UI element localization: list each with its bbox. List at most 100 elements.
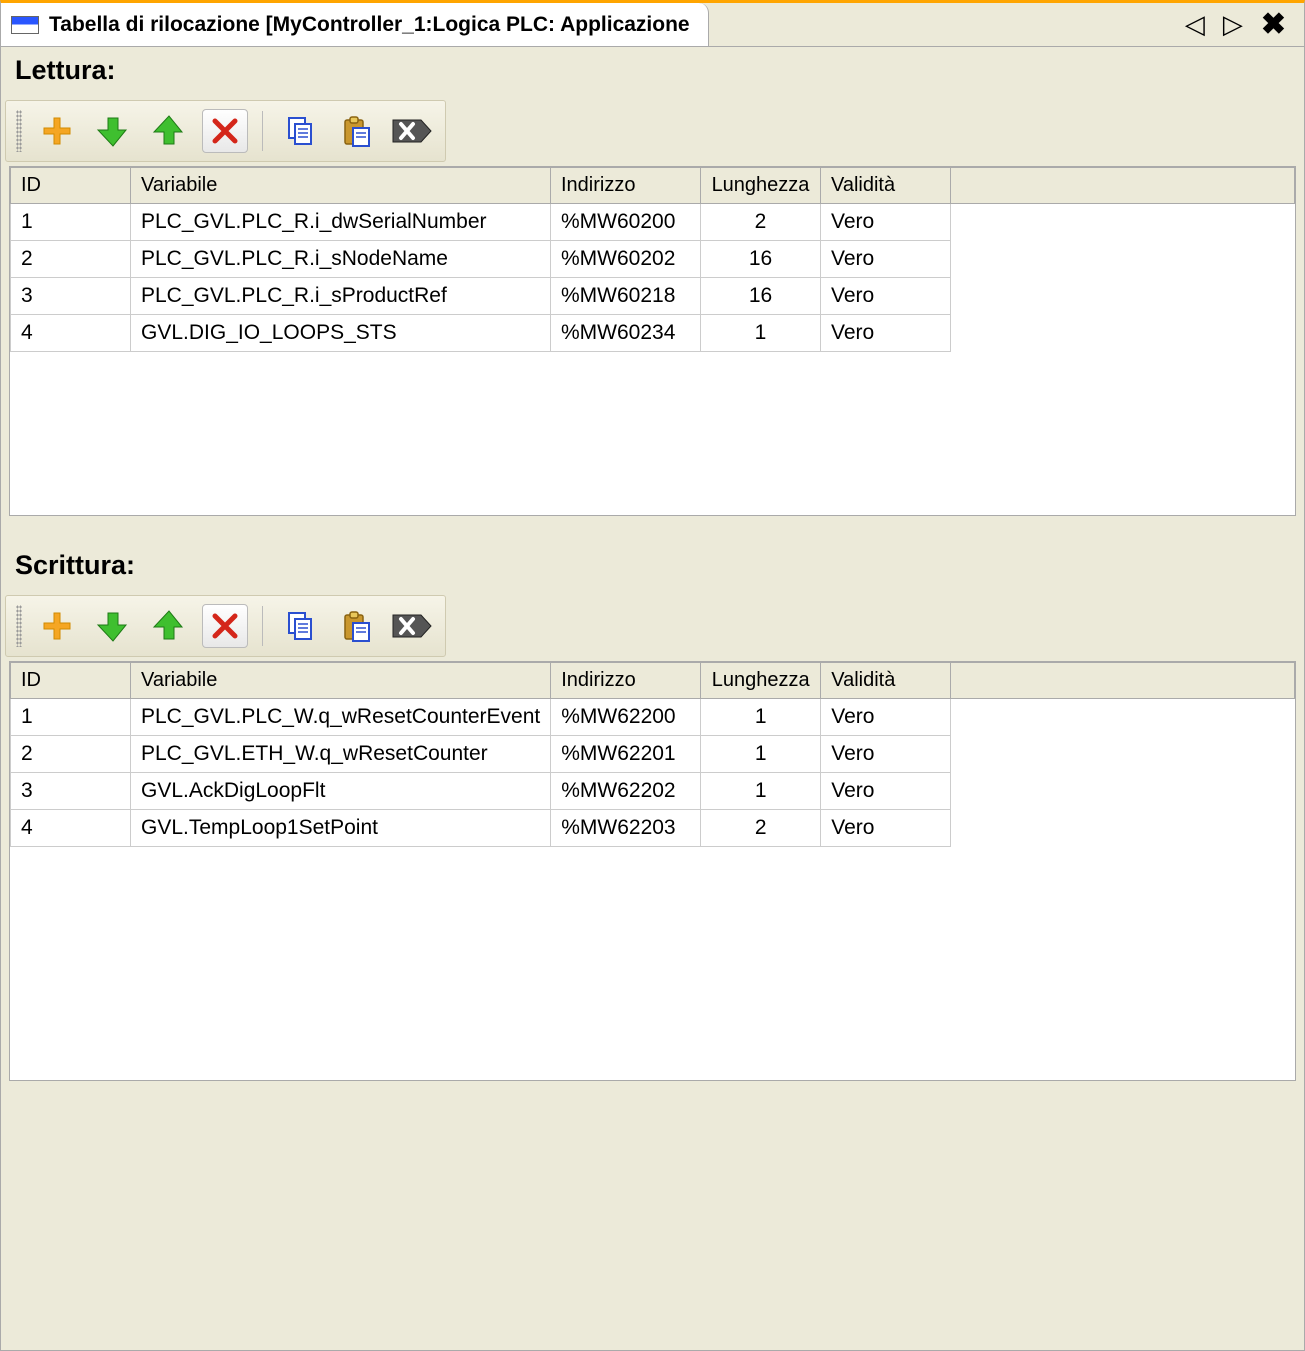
cell-variable[interactable]: GVL.TempLoop1SetPoint (131, 810, 551, 847)
move-up-button[interactable] (146, 604, 192, 648)
next-tab-icon[interactable]: ▷ (1223, 9, 1243, 40)
cell-address[interactable]: %MW60218 (551, 278, 701, 315)
col-validity[interactable]: Validità (821, 168, 951, 204)
cell-address[interactable]: %MW62200 (551, 699, 701, 736)
move-down-button[interactable] (90, 604, 136, 648)
col-address[interactable]: Indirizzo (551, 168, 701, 204)
cell-id[interactable]: 3 (11, 278, 131, 315)
cell-address[interactable]: %MW62202 (551, 773, 701, 810)
add-button[interactable] (34, 604, 80, 648)
cell-validity[interactable]: Vero (821, 810, 951, 847)
cell-id[interactable]: 4 (11, 810, 131, 847)
copy-icon (283, 114, 317, 148)
paste-button[interactable] (333, 109, 379, 153)
read-section-title: Lettura: (1, 47, 1304, 100)
col-variable[interactable]: Variabile (131, 168, 551, 204)
col-id[interactable]: ID (11, 168, 131, 204)
cell-id[interactable]: 1 (11, 204, 131, 241)
cell-address[interactable]: %MW62201 (551, 736, 701, 773)
cell-variable[interactable]: PLC_GVL.PLC_R.i_sNodeName (131, 241, 551, 278)
copy-button[interactable] (277, 109, 323, 153)
cell-validity[interactable]: Vero (821, 736, 951, 773)
cell-address[interactable]: %MW60202 (551, 241, 701, 278)
col-variable[interactable]: Variabile (131, 663, 551, 699)
add-button[interactable] (34, 109, 80, 153)
arrow-down-icon (96, 114, 130, 148)
cell-length[interactable]: 1 (701, 773, 821, 810)
relocation-table-window: Tabella di rilocazione [MyController_1:L… (0, 0, 1305, 1351)
cell-id[interactable]: 3 (11, 773, 131, 810)
move-down-button[interactable] (90, 109, 136, 153)
cell-length[interactable]: 1 (701, 315, 821, 352)
cell-length[interactable]: 2 (701, 204, 821, 241)
cell-variable[interactable]: PLC_GVL.PLC_W.q_wResetCounterEvent (131, 699, 551, 736)
prev-tab-icon[interactable]: ◁ (1185, 9, 1205, 40)
clear-button[interactable] (389, 604, 435, 648)
write-toolbar (5, 595, 446, 657)
table-row[interactable]: 3PLC_GVL.PLC_R.i_sProductRef%MW6021816Ve… (11, 278, 1295, 315)
plus-icon (40, 609, 74, 643)
cell-validity[interactable]: Vero (821, 773, 951, 810)
paste-icon (339, 609, 373, 643)
delete-x-icon (210, 611, 240, 641)
cell-address[interactable]: %MW60200 (551, 204, 701, 241)
plus-icon (40, 114, 74, 148)
table-header-row: ID Variabile Indirizzo Lunghezza Validit… (11, 663, 1295, 699)
cell-variable[interactable]: PLC_GVL.PLC_R.i_dwSerialNumber (131, 204, 551, 241)
cell-validity[interactable]: Vero (821, 278, 951, 315)
clear-button[interactable] (389, 109, 435, 153)
close-icon[interactable]: ✖ (1261, 7, 1286, 42)
write-table-container: ID Variabile Indirizzo Lunghezza Validit… (9, 661, 1296, 1081)
cell-validity[interactable]: Vero (821, 315, 951, 352)
write-section-title: Scrittura: (1, 542, 1304, 595)
table-row[interactable]: 4GVL.TempLoop1SetPoint%MW622032Vero (11, 810, 1295, 847)
write-table[interactable]: ID Variabile Indirizzo Lunghezza Validit… (10, 662, 1295, 847)
delete-button[interactable] (202, 604, 248, 648)
table-row[interactable]: 1PLC_GVL.PLC_R.i_dwSerialNumber%MW602002… (11, 204, 1295, 241)
cell-variable[interactable]: PLC_GVL.ETH_W.q_wResetCounter (131, 736, 551, 773)
read-toolbar (5, 100, 446, 162)
cell-id[interactable]: 2 (11, 736, 131, 773)
table-row[interactable]: 2PLC_GVL.PLC_R.i_sNodeName%MW6020216Vero (11, 241, 1295, 278)
toolbar-separator (262, 111, 263, 151)
toolbar-grip (16, 110, 22, 152)
cell-length[interactable]: 16 (701, 278, 821, 315)
col-length[interactable]: Lunghezza (701, 168, 821, 204)
col-length[interactable]: Lunghezza (701, 663, 821, 699)
cell-variable[interactable]: GVL.DIG_IO_LOOPS_STS (131, 315, 551, 352)
copy-icon (283, 609, 317, 643)
read-table[interactable]: ID Variabile Indirizzo Lunghezza Validit… (10, 167, 1295, 352)
toolbar-grip (16, 605, 22, 647)
col-validity[interactable]: Validità (821, 663, 951, 699)
cell-variable[interactable]: PLC_GVL.PLC_R.i_sProductRef (131, 278, 551, 315)
cell-address[interactable]: %MW60234 (551, 315, 701, 352)
cell-variable[interactable]: GVL.AckDigLoopFlt (131, 773, 551, 810)
cell-id[interactable]: 1 (11, 699, 131, 736)
cell-validity[interactable]: Vero (821, 204, 951, 241)
table-row[interactable]: 3GVL.AckDigLoopFlt%MW622021Vero (11, 773, 1295, 810)
delete-button[interactable] (202, 109, 248, 153)
app-icon (11, 16, 39, 34)
cell-length[interactable]: 2 (701, 810, 821, 847)
cell-validity[interactable]: Vero (821, 699, 951, 736)
cell-address[interactable]: %MW62203 (551, 810, 701, 847)
cell-id[interactable]: 2 (11, 241, 131, 278)
cell-validity[interactable]: Vero (821, 241, 951, 278)
paste-button[interactable] (333, 604, 379, 648)
table-row[interactable]: 1PLC_GVL.PLC_W.q_wResetCounterEvent%MW62… (11, 699, 1295, 736)
tabbar-controls: ◁ ▷ ✖ (1185, 7, 1304, 42)
cell-length[interactable]: 16 (701, 241, 821, 278)
arrow-up-icon (152, 114, 186, 148)
move-up-button[interactable] (146, 109, 192, 153)
tab-relocation-table[interactable]: Tabella di rilocazione [MyController_1:L… (1, 3, 709, 46)
cell-id[interactable]: 4 (11, 315, 131, 352)
arrow-up-icon (152, 609, 186, 643)
copy-button[interactable] (277, 604, 323, 648)
col-id[interactable]: ID (11, 663, 131, 699)
table-row[interactable]: 4GVL.DIG_IO_LOOPS_STS%MW602341Vero (11, 315, 1295, 352)
cell-length[interactable]: 1 (701, 736, 821, 773)
col-address[interactable]: Indirizzo (551, 663, 701, 699)
cell-length[interactable]: 1 (701, 699, 821, 736)
tab-title: Tabella di rilocazione [MyController_1:L… (49, 13, 690, 37)
table-row[interactable]: 2PLC_GVL.ETH_W.q_wResetCounter%MW622011V… (11, 736, 1295, 773)
